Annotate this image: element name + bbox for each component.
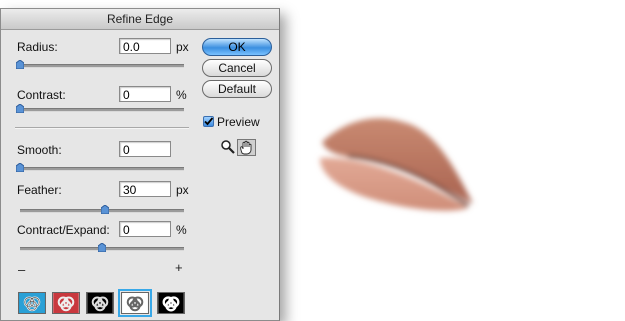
checkmark-icon <box>204 117 214 126</box>
preview-label: Preview <box>217 115 260 129</box>
rings-mask-icon <box>158 293 184 313</box>
radius-input[interactable]: 0.0 <box>119 38 171 54</box>
contrast-label: Contrast: <box>17 88 66 102</box>
lips-image <box>320 118 473 211</box>
zoom-icon[interactable] <box>220 139 236 155</box>
separator <box>15 127 189 129</box>
preview-checkbox[interactable] <box>203 116 214 127</box>
smooth-slider-track[interactable] <box>16 163 184 172</box>
hand-icon <box>240 140 252 155</box>
view-mode-on-black[interactable] <box>86 292 114 314</box>
feather-input[interactable]: 30 <box>119 181 171 197</box>
refine-edge-dialog: Refine Edge Radius: 0.0 px Contrast: 0 %… <box>0 8 280 321</box>
contrast-slider-track[interactable] <box>16 104 184 113</box>
rings-quick-mask-icon <box>53 293 79 313</box>
radius-label: Radius: <box>17 40 58 54</box>
radius-unit: px <box>176 40 189 54</box>
feather-label: Feather: <box>17 183 62 197</box>
radius-slider-track[interactable] <box>16 60 184 69</box>
smooth-input[interactable]: 0 <box>119 141 171 157</box>
contrast-slider-thumb[interactable] <box>16 104 24 113</box>
view-mode-quick-mask[interactable] <box>52 292 80 314</box>
feather-unit: px <box>176 183 189 197</box>
contract-expand-label: Contract/Expand: <box>17 223 110 237</box>
dialog-title[interactable]: Refine Edge <box>1 9 279 30</box>
hand-tool-button[interactable] <box>237 139 256 156</box>
contract-expand-unit: % <box>176 223 187 237</box>
smooth-label: Smooth: <box>17 143 62 157</box>
contrast-input[interactable]: 0 <box>119 86 171 102</box>
ok-button[interactable]: OK <box>202 38 272 56</box>
view-mode-standard[interactable] <box>18 292 46 314</box>
view-mode-on-white[interactable] <box>118 289 152 317</box>
view-mode-mask[interactable] <box>157 292 185 314</box>
feather-slider-track[interactable] <box>20 205 184 214</box>
contract-expand-slider-thumb[interactable] <box>98 243 106 252</box>
feather-slider-thumb[interactable] <box>101 205 110 214</box>
cancel-button[interactable]: Cancel <box>202 59 272 77</box>
smooth-slider-thumb[interactable] <box>16 163 24 172</box>
contract-min-symbol: – <box>18 262 26 277</box>
rings-on-white-icon <box>122 293 148 313</box>
expand-max-symbol: + <box>175 260 183 275</box>
default-button[interactable]: Default <box>202 80 272 98</box>
contract-expand-slider-track[interactable] <box>20 243 184 252</box>
rings-on-black-icon <box>87 293 113 313</box>
radius-slider-thumb[interactable] <box>16 60 24 69</box>
rings-standard-icon <box>19 293 45 313</box>
contrast-unit: % <box>176 88 187 102</box>
contract-expand-input[interactable]: 0 <box>119 221 171 237</box>
